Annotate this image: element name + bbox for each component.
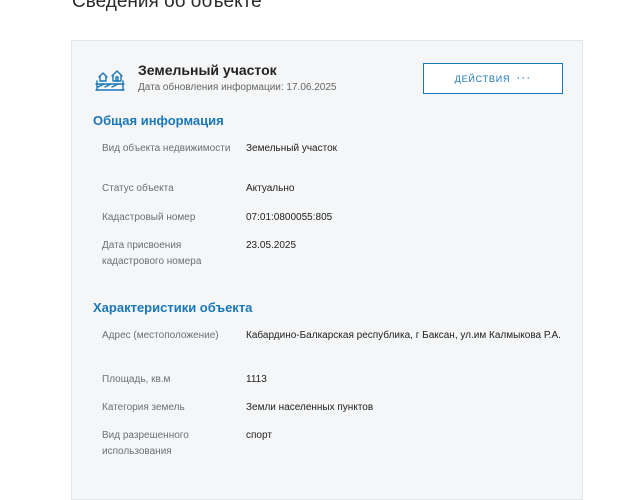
row-label: Площадь, кв.м — [102, 374, 171, 385]
object-title: Земельный участок — [138, 62, 277, 78]
row-label: Вид объекта недвижимости — [102, 143, 231, 154]
actions-button[interactable]: ДЕЙСТВИЯ ··· — [423, 63, 563, 94]
object-card: Земельный участок Дата обновления информ… — [71, 40, 583, 500]
row-label: Адрес (местоположение) — [102, 330, 219, 341]
row-value: 23.05.2025 — [246, 240, 297, 251]
row-value: Актуально — [246, 183, 295, 194]
row-label: Категория земель — [102, 402, 185, 413]
more-dots-icon: ··· — [516, 69, 532, 84]
page-title: Сведения об объекте — [72, 0, 262, 12]
row-value: 1113 — [246, 374, 267, 385]
row-value: 07:01:0800055:805 — [246, 212, 333, 223]
row-label: Дата присвоения кадастрового номера — [102, 240, 202, 267]
actions-label: ДЕЙСТВИЯ — [454, 73, 511, 84]
row-value: Земельный участок — [246, 143, 338, 154]
row-label: Вид разрешенного использования — [102, 430, 189, 457]
row-label: Статус объекта — [102, 183, 174, 194]
row-value: Земли населенных пунктов — [246, 402, 374, 413]
row-value: Кабардино-Балкарская республика, г Бакса… — [246, 330, 561, 341]
section-title-characteristics: Характеристики объекта — [93, 300, 253, 315]
section-title-general: Общая информация — [93, 113, 224, 128]
update-date: Дата обновления информации: 17.06.2025 — [138, 82, 337, 93]
land-plot-icon — [94, 65, 126, 93]
row-value: спорт — [246, 430, 272, 441]
row-label: Кадастровый номер — [102, 212, 196, 223]
